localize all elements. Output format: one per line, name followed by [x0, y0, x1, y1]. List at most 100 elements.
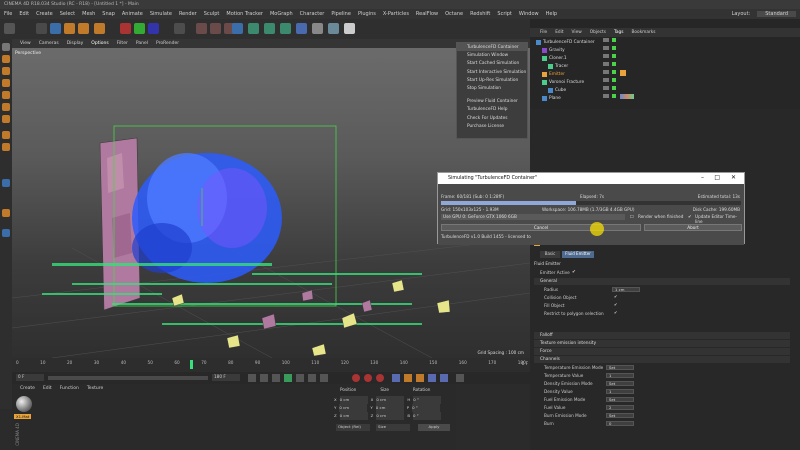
previous-frame-icon[interactable] — [272, 374, 280, 382]
material-swatch[interactable] — [16, 396, 32, 412]
menu-help[interactable]: Help — [546, 11, 557, 17]
menu-create[interactable]: Create — [36, 11, 53, 17]
viewport-menu-cameras[interactable]: Cameras — [39, 41, 59, 47]
maximize-icon[interactable]: □ — [714, 174, 720, 181]
object-row[interactable]: Plane — [542, 94, 561, 102]
radius-field[interactable]: 1 cm — [612, 287, 640, 292]
apply-button[interactable]: Apply — [418, 424, 450, 431]
abort-button[interactable]: Abort — [644, 224, 742, 231]
menu-item-check-for-updates[interactable]: Check For Updates — [457, 114, 527, 122]
pen-icon[interactable] — [248, 23, 259, 34]
collision-checkbox[interactable]: ✔ — [614, 294, 617, 299]
next-key-icon[interactable] — [308, 374, 316, 382]
channel-value[interactable]: 1 — [606, 373, 634, 378]
coords-mode-select[interactable]: Object (Rel) — [336, 424, 370, 431]
channel-value[interactable]: 1 — [606, 389, 634, 394]
channel-value[interactable]: Set — [606, 413, 634, 418]
fill-object-checkbox[interactable]: ✔ — [614, 302, 617, 307]
tab-fluid-emitter[interactable]: Fluid Emitter — [562, 251, 594, 258]
undo-icon[interactable] — [4, 23, 15, 34]
cancel-button[interactable]: Cancel — [441, 224, 641, 231]
menu-select[interactable]: Select — [60, 11, 75, 17]
enable-check-icon[interactable] — [612, 38, 616, 100]
object-row-selected[interactable]: Emitter — [542, 70, 565, 78]
channel-value[interactable]: Set — [606, 365, 634, 370]
rotate-icon[interactable] — [78, 23, 89, 34]
menu-x-particles[interactable]: X-Particles — [383, 11, 409, 17]
object-row[interactable]: Tracer — [548, 62, 568, 70]
autokey-icon[interactable] — [364, 374, 372, 382]
menu-item-start-interactive-simulation[interactable]: Start Interactive Simulation — [457, 68, 527, 76]
material-menu-edit[interactable]: Edit — [43, 386, 52, 391]
coordinate-system-icon[interactable] — [174, 23, 185, 34]
menu-redshift[interactable]: Redshift — [470, 11, 490, 17]
go-to-start-icon[interactable] — [248, 374, 256, 382]
menu-item-start-cached-simulation[interactable]: Start Cached Simulation — [457, 60, 527, 68]
menu-item-preview-fluid-container[interactable]: Preview Fluid Container — [457, 97, 527, 105]
go-to-end-icon[interactable] — [320, 374, 328, 382]
record-icon[interactable] — [352, 374, 360, 382]
render-picture-viewer-icon[interactable] — [210, 23, 221, 34]
scale-key-icon[interactable] — [404, 374, 412, 382]
points-mode-icon[interactable] — [2, 91, 10, 99]
minimize-icon[interactable]: – — [701, 174, 704, 181]
timeline-menu-icon[interactable] — [456, 374, 464, 382]
viewport-menu-filter[interactable]: Filter — [117, 41, 128, 47]
menu-file[interactable]: File — [4, 11, 12, 17]
live-select-icon[interactable] — [50, 23, 61, 34]
next-frame-icon[interactable] — [296, 374, 304, 382]
floor-icon[interactable] — [312, 23, 323, 34]
emitter-active-checkbox[interactable]: ✔ — [572, 270, 576, 275]
plane-tags-icon[interactable] — [620, 94, 634, 99]
move-icon[interactable] — [36, 23, 47, 34]
viewport-menu-panel[interactable]: Panel — [136, 41, 148, 47]
object-row[interactable]: Cube — [548, 86, 566, 94]
section-general[interactable]: General — [534, 278, 790, 285]
pla-key-icon[interactable] — [440, 374, 448, 382]
menu-edit[interactable]: Edit — [19, 11, 29, 17]
edges-mode-icon[interactable] — [2, 103, 10, 111]
coords-size-z[interactable]: 0 cm — [376, 412, 405, 420]
object-row[interactable]: Cloner.1 — [542, 54, 567, 62]
coords-size-mode-select[interactable]: Size — [376, 424, 410, 431]
x-axis-icon[interactable] — [120, 23, 131, 34]
channel-value[interactable]: Set — [606, 397, 634, 402]
subdivision-icon[interactable] — [264, 23, 275, 34]
menu-sculpt[interactable]: Sculpt — [204, 11, 220, 17]
coords-position-x[interactable]: 0 cm — [339, 396, 368, 404]
viewport-menu-view[interactable]: View — [20, 41, 31, 47]
viewport-menu-options[interactable]: Options — [91, 41, 108, 47]
snap-icon[interactable] — [2, 179, 10, 187]
channel-value[interactable]: 2 — [606, 405, 634, 410]
menu-octane[interactable]: Octane — [445, 11, 463, 17]
menu-plugins[interactable]: Plugins — [358, 11, 376, 17]
array-icon[interactable] — [280, 23, 291, 34]
texture-mode-icon[interactable] — [2, 67, 10, 75]
dialog-titlebar[interactable]: Simulating "TurbulenceFD Container" – □ … — [438, 173, 744, 184]
previous-key-icon[interactable] — [260, 374, 268, 382]
menu-item-simulation-window[interactable]: Simulation Window — [457, 51, 527, 59]
channel-value[interactable]: Set — [606, 381, 634, 386]
position-key-icon[interactable] — [392, 374, 400, 382]
menu-script[interactable]: Script — [497, 11, 512, 17]
menu-item-turbulencefd-help[interactable]: TurbulenceFD Help — [457, 106, 527, 114]
menu-motion-tracker[interactable]: Motion Tracker — [226, 11, 263, 17]
material-name[interactable]: X1.Mat — [14, 414, 32, 419]
preview-range-slider[interactable] — [48, 376, 208, 380]
menu-item-purchase-license[interactable]: Purchase License — [457, 123, 527, 131]
menu-character[interactable]: Character — [300, 11, 325, 17]
play-icon[interactable] — [284, 374, 292, 382]
object-menu-tags[interactable]: Tags — [614, 30, 624, 36]
material-menu-create[interactable]: Create — [20, 386, 35, 391]
section-channels[interactable]: Channels — [534, 356, 790, 363]
menu-realflow[interactable]: RealFlow — [416, 11, 438, 17]
menu-pipeline[interactable]: Pipeline — [331, 11, 351, 17]
menu-snap[interactable]: Snap — [102, 11, 115, 17]
render-when-finished-checkbox[interactable]: ☐ — [630, 214, 634, 219]
param-key-icon[interactable] — [428, 374, 436, 382]
render-view-icon[interactable] — [196, 23, 207, 34]
channel-value[interactable]: 0 — [606, 421, 634, 426]
section-texture[interactable]: Texture emission intensity — [534, 340, 790, 347]
menu-animate[interactable]: Animate — [122, 11, 143, 17]
visibility-toggle-icon[interactable] — [603, 38, 609, 100]
